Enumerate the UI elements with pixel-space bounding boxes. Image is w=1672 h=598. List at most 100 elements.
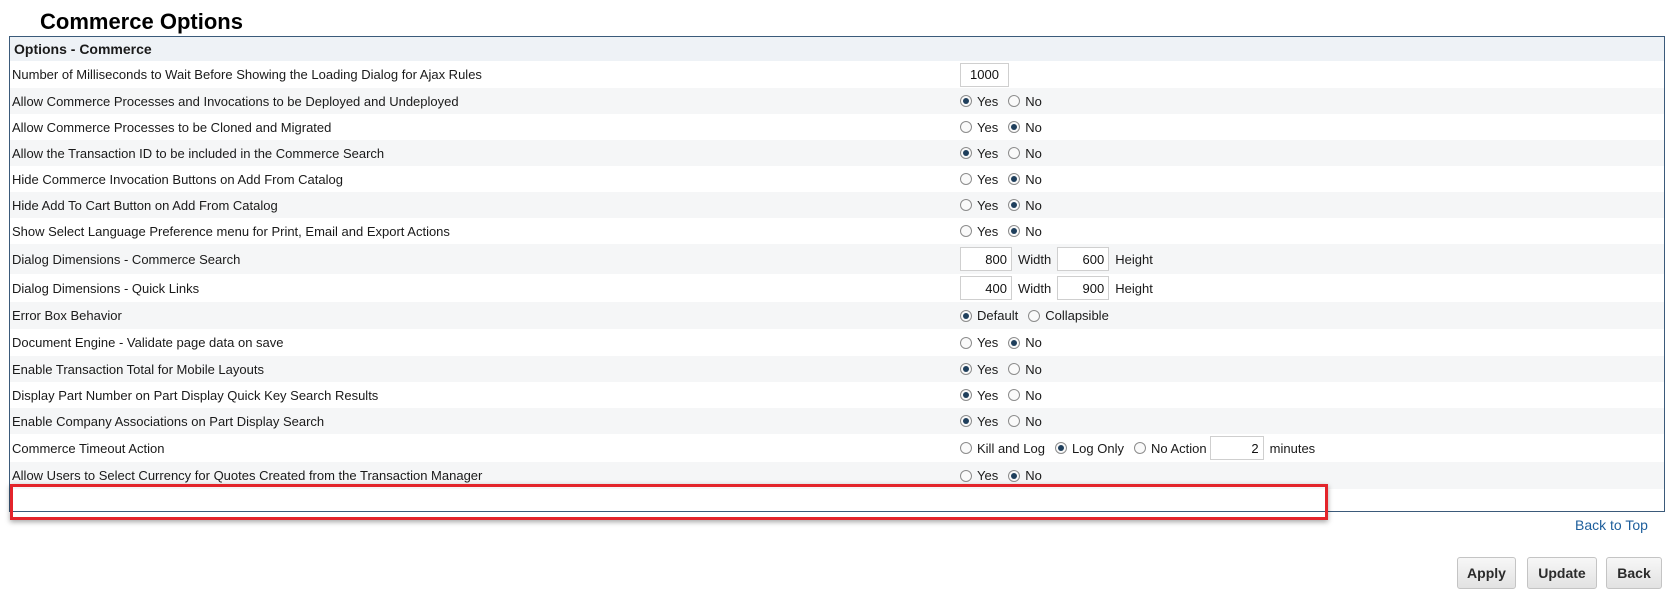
radio-collapsible[interactable] (1028, 309, 1041, 322)
update-button[interactable]: Update (1527, 557, 1597, 589)
option-label: Enable Transaction Total for Mobile Layo… (12, 361, 264, 377)
option-label: Display Part Number on Part Display Quic… (12, 387, 379, 403)
option-label: Allow Commerce Processes to be Cloned an… (12, 119, 332, 135)
radio-no-action[interactable] (1134, 442, 1146, 454)
option-row-language-preference: Show Select Language Preference menu for… (10, 218, 1664, 244)
option-row-commerce-timeout-action: Commerce Timeout Action Kill and Log Log… (10, 434, 1664, 462)
option-row-part-number-quick-key: Display Part Number on Part Display Quic… (10, 382, 1664, 408)
ajax-wait-ms-input[interactable] (960, 62, 1009, 87)
width-label: Width (1018, 280, 1052, 296)
radio-no[interactable] (1008, 415, 1021, 427)
radio-label-no: No (1025, 197, 1042, 213)
radio-label-yes: Yes (977, 197, 999, 213)
radio-no[interactable] (1008, 389, 1021, 401)
back-to-top-link[interactable]: Back to Top (1575, 517, 1648, 533)
radio-label-no: No (1025, 145, 1042, 161)
radio-label-no: No (1025, 93, 1042, 109)
radio-no[interactable] (1008, 469, 1021, 482)
radio-label-log-only: Log Only (1071, 440, 1124, 456)
option-row-deploy-undeploy: Allow Commerce Processes and Invocations… (10, 88, 1664, 114)
radio-yes[interactable] (960, 363, 972, 375)
page-title: Commerce Options (40, 9, 243, 34)
radio-label-yes: Yes (977, 468, 999, 483)
radio-yes[interactable] (960, 95, 972, 107)
quick-links-height-input[interactable] (1057, 276, 1110, 300)
radio-label-yes: Yes (977, 361, 999, 377)
radio-yes[interactable] (960, 121, 972, 133)
radio-label-yes: Yes (977, 119, 999, 135)
radio-no[interactable] (1008, 225, 1021, 237)
radio-no[interactable] (1008, 336, 1021, 349)
option-label: Commerce Timeout Action (12, 440, 165, 456)
radio-log-only[interactable] (1054, 442, 1067, 454)
option-row-error-box-behavior: Error Box Behavior Default Collapsible (10, 302, 1664, 329)
radio-label-default: Default (977, 308, 1019, 323)
radio-label-no: No (1025, 223, 1042, 239)
radio-label-yes: Yes (977, 171, 999, 187)
commerce-search-width-input[interactable] (960, 247, 1012, 271)
radio-label-yes: Yes (977, 335, 999, 350)
option-label: Dialog Dimensions - Commerce Search (12, 251, 241, 267)
commerce-options-panel: Options - Commerce Number of Millisecond… (9, 36, 1665, 520)
radio-label-no: No (1025, 413, 1042, 429)
radio-label-no-action: No Action (1151, 440, 1207, 456)
quick-links-width-input[interactable] (960, 276, 1012, 300)
radio-yes[interactable] (960, 389, 972, 401)
radio-yes[interactable] (960, 199, 972, 211)
radio-label-no: No (1025, 468, 1042, 483)
commerce-search-height-input[interactable] (1057, 247, 1110, 271)
highlight-box (10, 484, 1328, 520)
radio-label-yes: Yes (977, 93, 999, 109)
radio-yes[interactable] (960, 336, 972, 349)
radio-default[interactable] (960, 309, 972, 322)
radio-label-no: No (1025, 335, 1042, 350)
option-row-validate-page-data: Document Engine - Validate page data on … (10, 329, 1664, 356)
radio-no[interactable] (1008, 363, 1021, 375)
option-row-hide-add-to-cart: Hide Add To Cart Button on Add From Cata… (10, 192, 1664, 218)
radio-yes[interactable] (960, 415, 972, 427)
height-label: Height (1115, 251, 1153, 267)
back-button[interactable]: Back (1606, 557, 1662, 589)
radio-label-no: No (1025, 361, 1042, 377)
radio-no[interactable] (1008, 199, 1021, 211)
radio-yes[interactable] (960, 469, 972, 482)
option-label: Allow the Transaction ID to be included … (12, 145, 385, 161)
radio-kill-and-log[interactable] (960, 442, 972, 454)
radio-label-collapsible: Collapsible (1045, 308, 1109, 323)
radio-label-yes: Yes (977, 387, 999, 403)
option-row-transaction-id-search: Allow the Transaction ID to be included … (10, 140, 1664, 166)
radio-label-no: No (1025, 171, 1042, 187)
panel-header: Options - Commerce (10, 37, 1664, 61)
radio-no[interactable] (1008, 121, 1021, 133)
option-row-company-associations: Enable Company Associations on Part Disp… (10, 408, 1664, 434)
radio-label-yes: Yes (977, 413, 999, 429)
radio-label-yes: Yes (977, 223, 999, 239)
radio-yes[interactable] (960, 173, 972, 185)
radio-label-no: No (1025, 387, 1042, 403)
option-row-dialog-quick-links: Dialog Dimensions - Quick Links Width He… (10, 274, 1664, 302)
radio-label-kill-and-log: Kill and Log (977, 440, 1045, 456)
option-label: Hide Add To Cart Button on Add From Cata… (12, 197, 278, 213)
option-row-hide-invocation-buttons: Hide Commerce Invocation Buttons on Add … (10, 166, 1664, 192)
width-label: Width (1018, 251, 1052, 267)
option-row-clone-migrate: Allow Commerce Processes to be Cloned an… (10, 114, 1664, 140)
option-label: Hide Commerce Invocation Buttons on Add … (12, 171, 343, 187)
timeout-minutes-input[interactable] (1209, 436, 1264, 460)
option-label: Dialog Dimensions - Quick Links (12, 280, 200, 296)
option-row-transaction-total-mobile: Enable Transaction Total for Mobile Layo… (10, 356, 1664, 382)
radio-label-no: No (1025, 119, 1042, 135)
radio-no[interactable] (1008, 173, 1021, 185)
radio-no[interactable] (1008, 147, 1021, 159)
option-label: Allow Users to Select Currency for Quote… (12, 468, 483, 483)
option-label: Allow Commerce Processes and Invocations… (12, 93, 459, 109)
radio-no[interactable] (1008, 95, 1021, 107)
option-row-select-currency: Allow Users to Select Currency for Quote… (10, 462, 1664, 489)
radio-yes[interactable] (960, 225, 972, 237)
option-label: Document Engine - Validate page data on … (12, 335, 284, 350)
option-label: Show Select Language Preference menu for… (12, 223, 450, 239)
radio-yes[interactable] (960, 147, 972, 159)
option-label: Enable Company Associations on Part Disp… (12, 413, 325, 429)
option-row-dialog-commerce-search: Dialog Dimensions - Commerce Search Widt… (10, 244, 1664, 274)
apply-button[interactable]: Apply (1457, 557, 1516, 589)
radio-label-yes: Yes (977, 145, 999, 161)
